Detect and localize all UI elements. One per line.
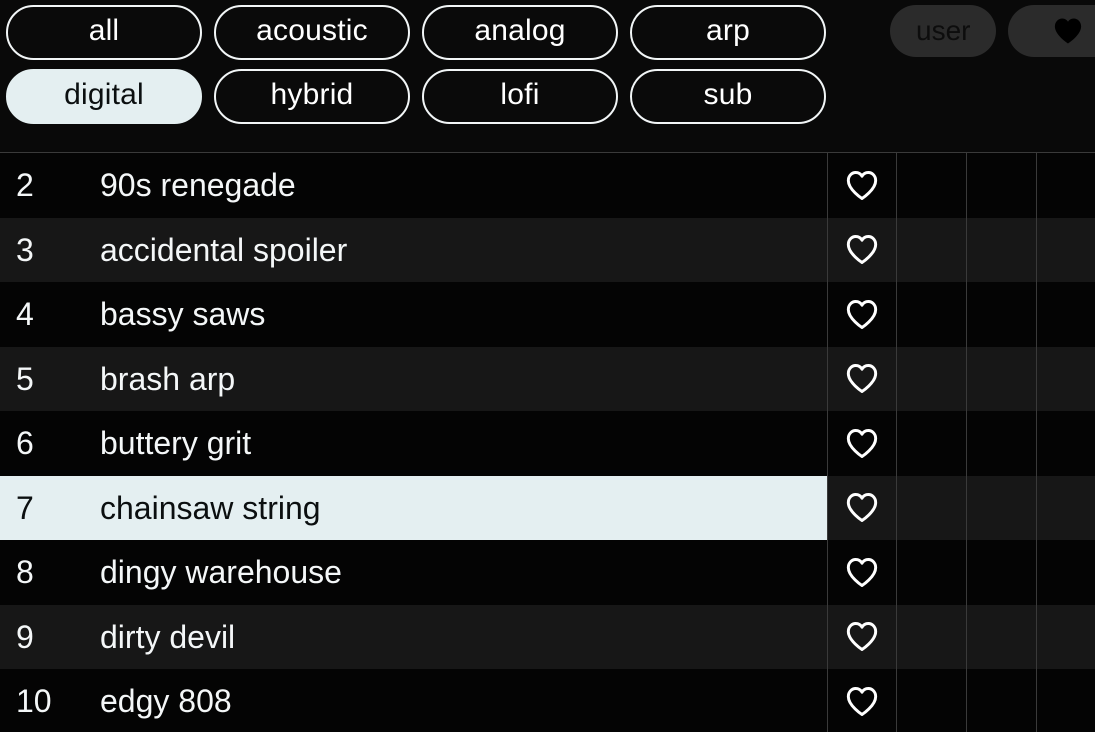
filter-chip-lofi[interactable]: lofi bbox=[422, 69, 618, 124]
filter-chip-arp[interactable]: arp bbox=[630, 5, 826, 60]
preset-row-main[interactable]: 3 accidental spoiler bbox=[0, 218, 827, 283]
filter-chip-acoustic[interactable]: acoustic bbox=[214, 5, 410, 60]
preset-row-favorite-cell[interactable] bbox=[828, 347, 896, 412]
user-filter-button[interactable]: user bbox=[890, 5, 997, 57]
preset-browser: all acoustic analog arp digital hybrid lofi sub… bbox=[0, 0, 1095, 732]
preset-row[interactable]: 6 buttery grit bbox=[0, 411, 1095, 476]
preset-row-favorite-cell[interactable] bbox=[828, 669, 896, 732]
preset-list-body: 2 90s renegade 3 accidental spoiler 4 bassy s… bbox=[0, 153, 1095, 732]
preset-row-name: dirty devil bbox=[100, 618, 236, 655]
preset-row[interactable]: 8 dingy warehouse bbox=[0, 540, 1095, 605]
preset-row-favorite-cell[interactable] bbox=[828, 153, 896, 218]
preset-row-name: chainsaw string bbox=[100, 489, 321, 526]
preset-row[interactable]: 5 brash arp bbox=[0, 346, 1095, 412]
preset-row-index: 3 bbox=[16, 231, 34, 268]
preset-row-favorite-cell[interactable] bbox=[828, 218, 896, 283]
preset-row-main[interactable]: 7 chainsaw string bbox=[0, 475, 827, 540]
preset-row-index: 2 bbox=[16, 167, 34, 204]
preset-row-name: edgy 808 bbox=[100, 683, 232, 720]
preset-row-name: 90s renegade bbox=[100, 167, 296, 204]
preset-row-favorite-cell[interactable] bbox=[828, 476, 896, 541]
preset-row[interactable]: 3 accidental spoiler bbox=[0, 217, 1095, 283]
preset-row-index: 7 bbox=[16, 489, 34, 526]
heart-outline-icon[interactable] bbox=[845, 428, 879, 459]
top-right-controls: user bbox=[890, 5, 1095, 57]
heart-outline-icon[interactable] bbox=[845, 299, 879, 330]
preset-row[interactable]: 9 dirty devil bbox=[0, 604, 1095, 670]
preset-row-name: accidental spoiler bbox=[100, 231, 348, 268]
preset-row-name: buttery grit bbox=[100, 425, 252, 462]
heart-outline-icon[interactable] bbox=[845, 557, 879, 588]
filter-chip-group: all acoustic analog arp digital hybrid lofi sub bbox=[6, 5, 826, 124]
preset-row-main[interactable]: 6 buttery grit bbox=[0, 411, 827, 476]
preset-row-main[interactable]: 4 bassy saws bbox=[0, 282, 827, 347]
preset-row-main[interactable]: 5 brash arp bbox=[0, 347, 827, 412]
preset-row-favorite-cell[interactable] bbox=[828, 411, 896, 476]
preset-row-main[interactable]: 9 dirty devil bbox=[0, 605, 827, 670]
heart-outline-icon[interactable] bbox=[845, 492, 879, 523]
heart-filled-icon bbox=[1053, 17, 1083, 45]
heart-outline-icon[interactable] bbox=[845, 170, 879, 201]
preset-row[interactable]: 10 edgy 808 bbox=[0, 669, 1095, 732]
heart-outline-icon[interactable] bbox=[845, 621, 879, 652]
filter-chip-analog[interactable]: analog bbox=[422, 5, 618, 60]
filter-chip-sub[interactable]: sub bbox=[630, 69, 826, 124]
preset-row-favorite-cell[interactable] bbox=[828, 540, 896, 605]
preset-row-main[interactable]: 8 dingy warehouse bbox=[0, 540, 827, 605]
heart-outline-icon[interactable] bbox=[845, 234, 879, 265]
preset-row-main[interactable]: 2 90s renegade bbox=[0, 153, 827, 218]
preset-row-index: 6 bbox=[16, 425, 34, 462]
preset-row-favorite-cell[interactable] bbox=[828, 605, 896, 670]
preset-row-index: 10 bbox=[16, 683, 52, 720]
heart-outline-icon[interactable] bbox=[845, 686, 879, 717]
preset-row-name: dingy warehouse bbox=[100, 554, 342, 591]
preset-row-index: 5 bbox=[16, 360, 34, 397]
preset-row-main[interactable]: 10 edgy 808 bbox=[0, 669, 827, 732]
preset-row-name: bassy saws bbox=[100, 296, 266, 333]
preset-row[interactable]: 4 bassy saws bbox=[0, 282, 1095, 347]
preset-row-index: 9 bbox=[16, 618, 34, 655]
preset-row-name: brash arp bbox=[100, 360, 236, 397]
filter-chip-hybrid[interactable]: hybrid bbox=[214, 69, 410, 124]
preset-list[interactable]: 2 90s renegade 3 accidental spoiler 4 bassy s… bbox=[0, 152, 1095, 732]
preset-row[interactable]: 7 chainsaw string bbox=[0, 475, 1095, 541]
preset-row-index: 4 bbox=[16, 296, 34, 333]
heart-outline-icon[interactable] bbox=[845, 363, 879, 394]
preset-row-index: 8 bbox=[16, 554, 34, 591]
filter-chip-digital[interactable]: digital bbox=[6, 69, 202, 124]
favorites-filter-button[interactable] bbox=[1008, 5, 1095, 57]
filter-chip-all[interactable]: all bbox=[6, 5, 202, 60]
preset-row[interactable]: 2 90s renegade bbox=[0, 153, 1095, 218]
filter-bar: all acoustic analog arp digital hybrid lofi sub… bbox=[0, 0, 1095, 152]
preset-row-favorite-cell[interactable] bbox=[828, 282, 896, 347]
